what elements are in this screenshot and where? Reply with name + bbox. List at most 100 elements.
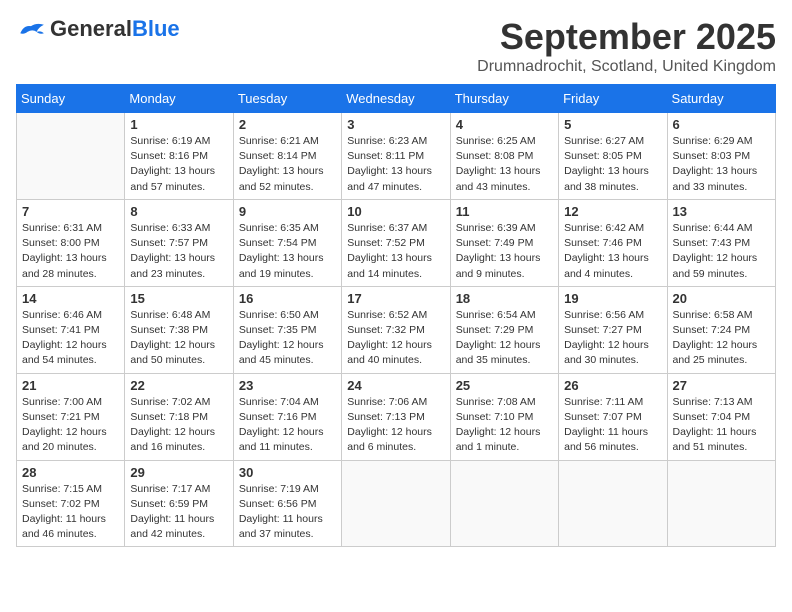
calendar-cell: 11 Sunrise: 6:39 AMSunset: 7:49 PMDayligh…: [450, 199, 558, 286]
day-number: 28: [22, 465, 119, 480]
day-number: 15: [130, 291, 227, 306]
day-number: 13: [673, 204, 770, 219]
day-number: 5: [564, 117, 661, 132]
day-number: 2: [239, 117, 336, 132]
calendar-cell: [342, 460, 450, 547]
calendar-cell: 1 Sunrise: 6:19 AMSunset: 8:16 PMDaylight…: [125, 113, 233, 200]
day-info: Sunrise: 6:50 AMSunset: 7:35 PMDaylight:…: [239, 308, 336, 369]
day-number: 4: [456, 117, 553, 132]
day-info: Sunrise: 7:13 AMSunset: 7:04 PMDaylight:…: [673, 395, 770, 456]
calendar-cell: 30 Sunrise: 7:19 AMSunset: 6:56 PMDayligh…: [233, 460, 341, 547]
day-info: Sunrise: 7:17 AMSunset: 6:59 PMDaylight:…: [130, 482, 227, 543]
day-info: Sunrise: 7:00 AMSunset: 7:21 PMDaylight:…: [22, 395, 119, 456]
day-info: Sunrise: 6:35 AMSunset: 7:54 PMDaylight:…: [239, 221, 336, 282]
weekday-header-monday: Monday: [125, 85, 233, 113]
day-info: Sunrise: 7:15 AMSunset: 7:02 PMDaylight:…: [22, 482, 119, 543]
day-info: Sunrise: 6:58 AMSunset: 7:24 PMDaylight:…: [673, 308, 770, 369]
calendar-cell: 6 Sunrise: 6:29 AMSunset: 8:03 PMDaylight…: [667, 113, 775, 200]
calendar-cell: 26 Sunrise: 7:11 AMSunset: 7:07 PMDayligh…: [559, 373, 667, 460]
calendar-cell: 15 Sunrise: 6:48 AMSunset: 7:38 PMDayligh…: [125, 286, 233, 373]
calendar-cell: 4 Sunrise: 6:25 AMSunset: 8:08 PMDaylight…: [450, 113, 558, 200]
weekday-header-thursday: Thursday: [450, 85, 558, 113]
calendar-cell: 17 Sunrise: 6:52 AMSunset: 7:32 PMDayligh…: [342, 286, 450, 373]
day-info: Sunrise: 6:31 AMSunset: 8:00 PMDaylight:…: [22, 221, 119, 282]
calendar-cell: 9Sunrise: 6:35 AMSunset: 7:54 PMDaylight…: [233, 199, 341, 286]
day-number: 8: [130, 204, 227, 219]
calendar-cell: 28 Sunrise: 7:15 AMSunset: 7:02 PMDayligh…: [17, 460, 125, 547]
title-block: September 2025 Drumnadrochit, Scotland, …: [477, 16, 776, 76]
day-number: 19: [564, 291, 661, 306]
day-number: 11: [456, 204, 553, 219]
day-number: 25: [456, 378, 553, 393]
calendar-cell: 19 Sunrise: 6:56 AMSunset: 7:27 PMDayligh…: [559, 286, 667, 373]
day-info: Sunrise: 6:42 AMSunset: 7:46 PMDaylight:…: [564, 221, 661, 282]
calendar-cell: 16 Sunrise: 6:50 AMSunset: 7:35 PMDayligh…: [233, 286, 341, 373]
calendar-cell: 18Sunrise: 6:54 AMSunset: 7:29 PMDayligh…: [450, 286, 558, 373]
location-text: Drumnadrochit, Scotland, United Kingdom: [477, 58, 776, 76]
calendar-cell: [559, 460, 667, 547]
day-number: 30: [239, 465, 336, 480]
calendar-cell: 5 Sunrise: 6:27 AMSunset: 8:05 PMDaylight…: [559, 113, 667, 200]
calendar-cell: 24Sunrise: 7:06 AMSunset: 7:13 PMDayligh…: [342, 373, 450, 460]
day-info: Sunrise: 6:46 AMSunset: 7:41 PMDaylight:…: [22, 308, 119, 369]
day-info: Sunrise: 6:27 AMSunset: 8:05 PMDaylight:…: [564, 134, 661, 195]
calendar-week-row: 28 Sunrise: 7:15 AMSunset: 7:02 PMDayligh…: [17, 460, 776, 547]
day-info: Sunrise: 6:19 AMSunset: 8:16 PMDaylight:…: [130, 134, 227, 195]
day-info: Sunrise: 6:44 AMSunset: 7:43 PMDaylight:…: [673, 221, 770, 282]
day-number: 21: [22, 378, 119, 393]
calendar-cell: 12 Sunrise: 6:42 AMSunset: 7:46 PMDayligh…: [559, 199, 667, 286]
weekday-header-saturday: Saturday: [667, 85, 775, 113]
calendar-cell: [667, 460, 775, 547]
day-info: Sunrise: 6:37 AMSunset: 7:52 PMDaylight:…: [347, 221, 444, 282]
calendar-cell: [17, 113, 125, 200]
day-info: Sunrise: 7:04 AMSunset: 7:16 PMDaylight:…: [239, 395, 336, 456]
day-info: Sunrise: 7:11 AMSunset: 7:07 PMDaylight:…: [564, 395, 661, 456]
calendar-cell: 22Sunrise: 7:02 AMSunset: 7:18 PMDayligh…: [125, 373, 233, 460]
day-number: 29: [130, 465, 227, 480]
page-header: GeneralBlue September 2025 Drumnadrochit…: [16, 16, 776, 76]
day-number: 6: [673, 117, 770, 132]
weekday-header-row: SundayMondayTuesdayWednesdayThursdayFrid…: [17, 85, 776, 113]
calendar-week-row: 7Sunrise: 6:31 AMSunset: 8:00 PMDaylight…: [17, 199, 776, 286]
day-info: Sunrise: 7:02 AMSunset: 7:18 PMDaylight:…: [130, 395, 227, 456]
day-number: 17: [347, 291, 444, 306]
calendar-cell: 14 Sunrise: 6:46 AMSunset: 7:41 PMDayligh…: [17, 286, 125, 373]
calendar-cell: 25 Sunrise: 7:08 AMSunset: 7:10 PMDayligh…: [450, 373, 558, 460]
calendar-week-row: 14 Sunrise: 6:46 AMSunset: 7:41 PMDayligh…: [17, 286, 776, 373]
day-number: 24: [347, 378, 444, 393]
day-info: Sunrise: 6:56 AMSunset: 7:27 PMDaylight:…: [564, 308, 661, 369]
day-info: Sunrise: 6:21 AMSunset: 8:14 PMDaylight:…: [239, 134, 336, 195]
calendar-cell: 13 Sunrise: 6:44 AMSunset: 7:43 PMDayligh…: [667, 199, 775, 286]
calendar-cell: 27Sunrise: 7:13 AMSunset: 7:04 PMDayligh…: [667, 373, 775, 460]
weekday-header-friday: Friday: [559, 85, 667, 113]
day-number: 14: [22, 291, 119, 306]
calendar-table: SundayMondayTuesdayWednesdayThursdayFrid…: [16, 84, 776, 547]
day-info: Sunrise: 6:25 AMSunset: 8:08 PMDaylight:…: [456, 134, 553, 195]
day-number: 10: [347, 204, 444, 219]
logo: GeneralBlue: [16, 16, 180, 42]
calendar-cell: [450, 460, 558, 547]
calendar-cell: 10 Sunrise: 6:37 AMSunset: 7:52 PMDayligh…: [342, 199, 450, 286]
day-info: Sunrise: 7:08 AMSunset: 7:10 PMDaylight:…: [456, 395, 553, 456]
month-title: September 2025: [477, 16, 776, 58]
calendar-cell: 3Sunrise: 6:23 AMSunset: 8:11 PMDaylight…: [342, 113, 450, 200]
calendar-cell: 2 Sunrise: 6:21 AMSunset: 8:14 PMDaylight…: [233, 113, 341, 200]
day-number: 12: [564, 204, 661, 219]
calendar-cell: 7Sunrise: 6:31 AMSunset: 8:00 PMDaylight…: [17, 199, 125, 286]
calendar-week-row: 21 Sunrise: 7:00 AMSunset: 7:21 PMDayligh…: [17, 373, 776, 460]
day-info: Sunrise: 6:52 AMSunset: 7:32 PMDaylight:…: [347, 308, 444, 369]
day-number: 26: [564, 378, 661, 393]
day-info: Sunrise: 6:48 AMSunset: 7:38 PMDaylight:…: [130, 308, 227, 369]
day-info: Sunrise: 6:29 AMSunset: 8:03 PMDaylight:…: [673, 134, 770, 195]
calendar-cell: 29 Sunrise: 7:17 AMSunset: 6:59 PMDayligh…: [125, 460, 233, 547]
calendar-cell: 21 Sunrise: 7:00 AMSunset: 7:21 PMDayligh…: [17, 373, 125, 460]
day-number: 1: [130, 117, 227, 132]
day-number: 16: [239, 291, 336, 306]
calendar-cell: 20Sunrise: 6:58 AMSunset: 7:24 PMDayligh…: [667, 286, 775, 373]
weekday-header-sunday: Sunday: [17, 85, 125, 113]
calendar-cell: 23Sunrise: 7:04 AMSunset: 7:16 PMDayligh…: [233, 373, 341, 460]
day-info: Sunrise: 6:33 AMSunset: 7:57 PMDaylight:…: [130, 221, 227, 282]
day-info: Sunrise: 7:19 AMSunset: 6:56 PMDaylight:…: [239, 482, 336, 543]
day-info: Sunrise: 6:39 AMSunset: 7:49 PMDaylight:…: [456, 221, 553, 282]
day-number: 18: [456, 291, 553, 306]
